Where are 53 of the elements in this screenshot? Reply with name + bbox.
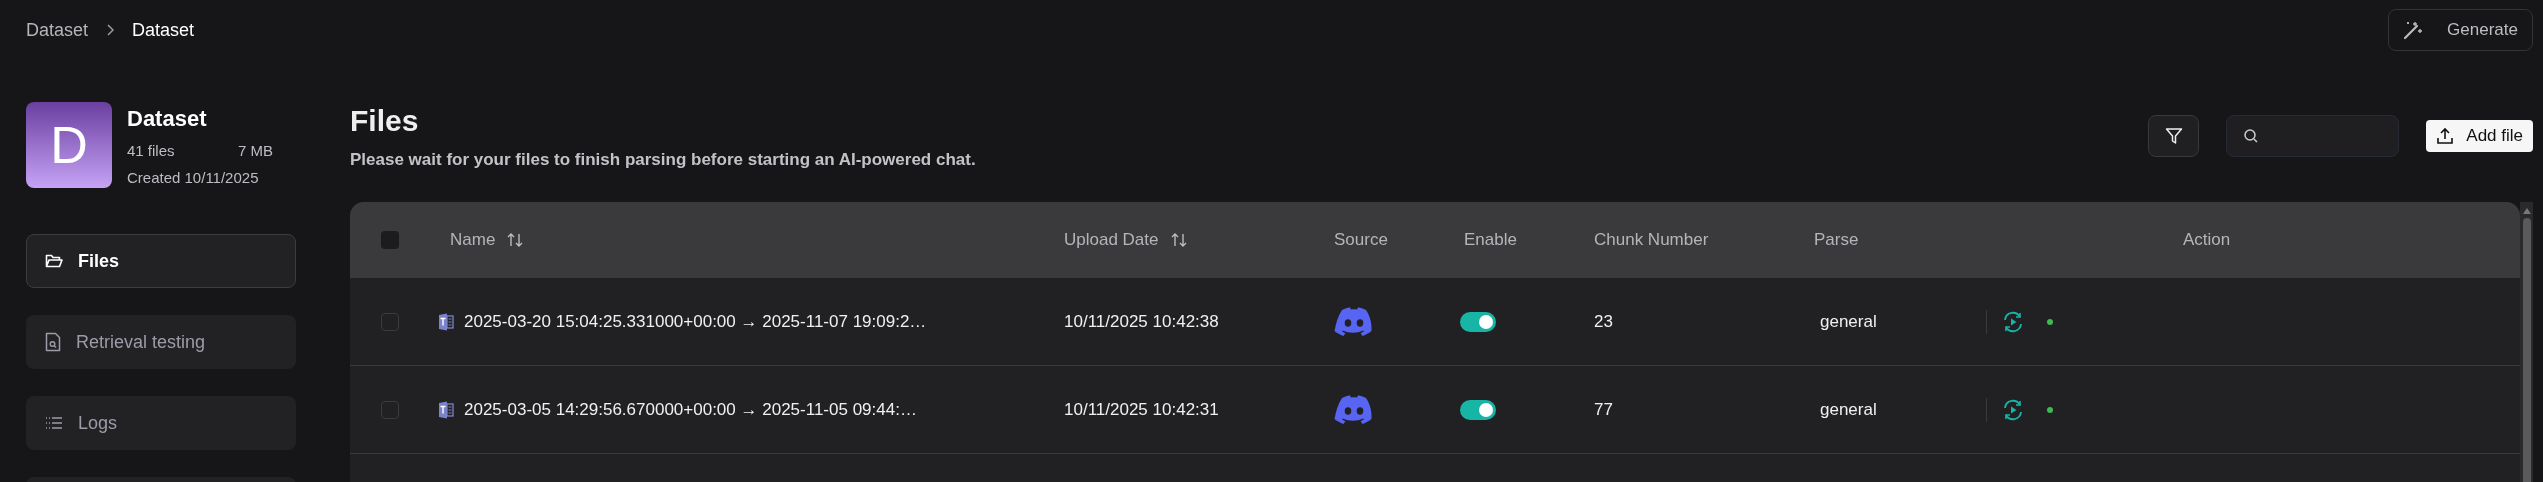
folder-icon — [45, 253, 63, 269]
column-header: Source — [1334, 230, 1388, 250]
column-header: Chunk Number — [1594, 230, 1709, 250]
document-search-icon — [45, 332, 61, 352]
created-date: Created 10/11/2025 — [127, 169, 260, 186]
column-header: Upload Date — [1064, 230, 1159, 250]
row-checkbox[interactable] — [381, 312, 399, 331]
dataset-name: Dataset — [127, 106, 208, 132]
generate-button[interactable]: Generate — [2388, 9, 2533, 51]
sidebar-item[interactable]: Files — [26, 234, 296, 288]
chunk-count: 77 — [1594, 399, 1613, 420]
breadcrumb-current: Dataset — [132, 19, 195, 41]
sidebar-item[interactable]: Logs — [26, 396, 296, 450]
file-type-icon — [438, 312, 454, 331]
upload-date: 10/11/2025 10:42:38 — [1064, 311, 1219, 332]
page-title: Files — [350, 104, 420, 138]
file-name[interactable]: 2025-03-20 15:04:25.331000+00:00 → 2025-11-07 19:09:2… — [464, 311, 927, 332]
column-header: Action — [2183, 230, 2231, 250]
add-file-button[interactable]: Add file — [2426, 120, 2533, 152]
chat-logo-icon — [1334, 394, 1374, 425]
select-all-checkbox[interactable] — [381, 231, 399, 249]
file-type-icon — [438, 400, 454, 419]
run-icon[interactable] — [1986, 397, 2025, 422]
file-name[interactable]: 2025-03-05 14:29:56.670000+00:00 → 2025-11-05 09:44:… — [464, 399, 917, 420]
column-header: Parse — [1814, 230, 1859, 250]
parser-name[interactable]: general — [1814, 399, 1877, 420]
magic-wand-icon — [2403, 20, 2424, 40]
chunk-count: 23 — [1594, 311, 1613, 332]
run-icon[interactable] — [1986, 309, 2025, 334]
column-header: Enable — [1464, 230, 1517, 250]
chevron-right-icon — [106, 24, 115, 36]
search-field[interactable] — [2226, 115, 2400, 157]
row-checkbox[interactable] — [381, 400, 399, 419]
dataset-avatar: D — [26, 102, 112, 188]
file-count: 41 files — [127, 142, 175, 159]
scrollbar[interactable] — [2520, 202, 2533, 482]
sidebar-item[interactable]: Retrieval testing — [26, 315, 296, 369]
filter-icon — [2164, 127, 2183, 145]
search-icon — [2243, 128, 2260, 144]
upload-icon — [2436, 127, 2455, 145]
column-header: Name — [450, 230, 496, 250]
breadcrumb-link[interactable]: Dataset — [26, 19, 89, 41]
dataset-size: 7 MB — [238, 142, 273, 159]
enable-toggle[interactable] — [1460, 399, 1496, 420]
chat-logo-icon — [1334, 306, 1374, 337]
filter-button[interactable] — [2148, 115, 2200, 157]
sort-icon[interactable] — [1170, 232, 1187, 248]
enable-toggle[interactable] — [1460, 311, 1496, 332]
page-subtitle: Please wait for your files to finish parsing before starting an AI-powered chat. — [350, 150, 976, 170]
list-icon — [45, 416, 63, 430]
sort-icon[interactable] — [507, 232, 524, 248]
parser-name[interactable]: general — [1814, 311, 1877, 332]
upload-date: 10/11/2025 10:42:31 — [1064, 399, 1219, 420]
